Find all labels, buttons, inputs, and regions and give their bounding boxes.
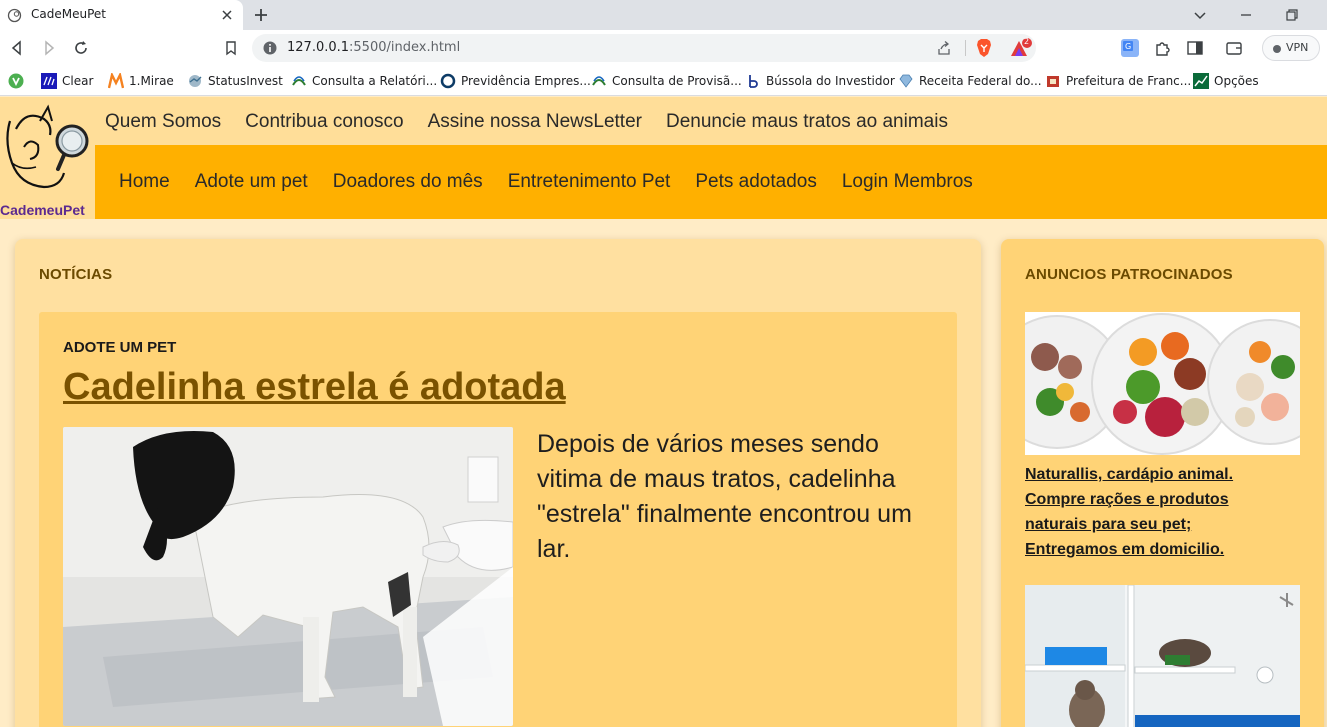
- vpn-label: VPN: [1286, 41, 1309, 54]
- site-logo[interactable]: CademeuPet: [0, 101, 94, 218]
- nav-link-pets-adotados[interactable]: Pets adotados: [695, 171, 816, 193]
- share-icon[interactable]: [936, 40, 952, 56]
- article-title-link[interactable]: Cadelinha estrela é adotada: [63, 366, 566, 409]
- nav-link-denuncie[interactable]: Denuncie maus tratos ao animais: [666, 111, 948, 133]
- logo-text: CademeuPet: [0, 202, 85, 218]
- vpn-button[interactable]: VPN: [1262, 35, 1320, 61]
- nav-link-home[interactable]: Home: [119, 171, 170, 193]
- bookmark-label: Consulta a Relatóri...: [312, 74, 438, 88]
- url-text: 127.0.0.1:5500/index.html: [287, 40, 460, 55]
- pet-food-ad-image[interactable]: [1025, 312, 1300, 455]
- pet-food-ad-link[interactable]: Naturallis, cardápio animal. Compre raçõ…: [1025, 462, 1285, 562]
- bookmark-item[interactable]: Clear: [41, 72, 93, 90]
- chart-icon: [1193, 73, 1209, 89]
- bookmark-item[interactable]: Opções: [1193, 72, 1259, 90]
- url-path: :5500/index.html: [349, 40, 461, 55]
- bookmark-label: Clear: [62, 74, 94, 88]
- news-section: NOTÍCIAS ADOTE UM PET Cadelinha estrela …: [15, 239, 981, 727]
- browser-toolbar: 127.0.0.1:5500/index.html 2 G VPN: [0, 30, 1327, 66]
- bookmark-item[interactable]: [8, 72, 24, 90]
- bookmark-item[interactable]: 1.Mirae: [108, 72, 174, 90]
- sponsored-ads-section: ANUNCIOS PATROCINADOS Naturallis, cardáp…: [1001, 239, 1324, 727]
- cat-hotel-ad-image[interactable]: [1025, 585, 1300, 727]
- tab-search-chevron-icon[interactable]: [1191, 6, 1209, 24]
- circle-icon: [440, 73, 456, 89]
- minimize-icon[interactable]: [1237, 6, 1255, 24]
- article-body: Depois de vários meses sendo vitima de m…: [537, 430, 912, 563]
- site-header: CademeuPet Quem Somos Contribua conosco …: [0, 97, 1327, 219]
- bookmark-item[interactable]: Prefeitura de Franc...: [1045, 72, 1191, 90]
- nav-link-login[interactable]: Login Membros: [842, 171, 973, 193]
- compass-b-icon: [749, 75, 758, 88]
- mirae-m-icon: [108, 73, 124, 89]
- new-tab-icon[interactable]: [252, 6, 270, 24]
- vpn-status-dot: [1273, 45, 1281, 53]
- address-bar[interactable]: 127.0.0.1:5500/index.html 2: [252, 34, 1036, 62]
- browser-tabstrip: CadeMeuPet: [0, 0, 1327, 30]
- city-icon: [1047, 76, 1059, 87]
- diamond-icon: [899, 74, 913, 88]
- bookmark-item[interactable]: StatusInvest: [187, 72, 283, 90]
- bookmark-label: Bússola do Investidor: [766, 74, 895, 88]
- news-section-title: NOTÍCIAS: [39, 266, 113, 283]
- gov-icon: [592, 76, 606, 86]
- tab-title: CadeMeuPet: [31, 7, 106, 21]
- bookmark-label: Prefeitura de Franc...: [1066, 74, 1192, 88]
- nav-link-adote[interactable]: Adote um pet: [195, 171, 308, 193]
- rewards-badge: 2: [1024, 37, 1030, 46]
- sidebar-icon[interactable]: [1185, 38, 1205, 58]
- forward-icon[interactable]: [40, 39, 58, 57]
- bookmark-icon[interactable]: [222, 39, 240, 57]
- news-article: ADOTE UM PET Cadelinha estrela é adotada: [39, 312, 957, 727]
- ads-section-title: ANUNCIOS PATROCINADOS: [1025, 266, 1233, 283]
- omnibox-divider: [965, 40, 966, 56]
- translate-extension-icon[interactable]: G: [1120, 38, 1140, 58]
- clear-icon: [41, 73, 57, 89]
- nav-link-doadores[interactable]: Doadores do mês: [333, 171, 483, 193]
- bookmark-label: Receita Federal do...: [919, 74, 1042, 88]
- bookmark-label: Opções: [1214, 74, 1259, 88]
- bookmark-item[interactable]: Receita Federal do...: [898, 72, 1042, 90]
- wallet-icon[interactable]: [1224, 38, 1244, 58]
- bookmark-item[interactable]: Consulta de Provisã...: [591, 72, 742, 90]
- statusinvest-icon: [189, 75, 202, 87]
- bookmarks-bar: Clear 1.Mirae StatusInvest Consulta a Re…: [0, 66, 1327, 96]
- vivaldi-like-green-icon: [8, 73, 24, 89]
- bookmark-item[interactable]: Consulta a Relatóri...: [291, 72, 437, 90]
- extensions-puzzle-icon[interactable]: [1153, 38, 1173, 58]
- reload-icon[interactable]: [72, 39, 90, 57]
- site-favicon-icon: [7, 8, 22, 23]
- site-info-icon[interactable]: [263, 41, 277, 55]
- dog-magnifier-logo-icon: [6, 104, 89, 189]
- dog-photo: [63, 427, 513, 726]
- restore-icon[interactable]: [1283, 6, 1301, 24]
- close-tab-icon[interactable]: [219, 7, 235, 23]
- web-page: CademeuPet Quem Somos Contribua conosco …: [0, 97, 1327, 727]
- bookmark-item[interactable]: Bússola do Investidor: [745, 72, 895, 90]
- nav-link-entretenimento[interactable]: Entretenimento Pet: [508, 171, 671, 193]
- back-icon[interactable]: [8, 39, 26, 57]
- bookmark-label: StatusInvest: [208, 74, 283, 88]
- browser-tab[interactable]: CadeMeuPet: [0, 0, 243, 30]
- bookmark-item[interactable]: Previdência Empres...: [440, 72, 591, 90]
- brave-shield-icon[interactable]: [975, 38, 993, 58]
- nav-link-newsletter[interactable]: Assine nossa NewsLetter: [428, 111, 642, 133]
- svg-text:G: G: [1125, 42, 1131, 51]
- bookmark-label: Consulta de Provisã...: [612, 74, 742, 88]
- nav-link-contribua[interactable]: Contribua conosco: [245, 111, 403, 133]
- main-nav: Home Adote um pet Doadores do mês Entret…: [95, 145, 1327, 219]
- gov-icon: [292, 76, 306, 86]
- nav-link-quem-somos[interactable]: Quem Somos: [105, 111, 221, 133]
- url-host: 127.0.0.1: [287, 40, 350, 55]
- bookmark-label: 1.Mirae: [129, 74, 174, 88]
- bookmark-label: Previdência Empres...: [461, 74, 591, 88]
- article-category: ADOTE UM PET: [63, 339, 177, 356]
- top-nav: Quem Somos Contribua conosco Assine noss…: [105, 111, 948, 133]
- brave-rewards-icon[interactable]: [1009, 38, 1033, 58]
